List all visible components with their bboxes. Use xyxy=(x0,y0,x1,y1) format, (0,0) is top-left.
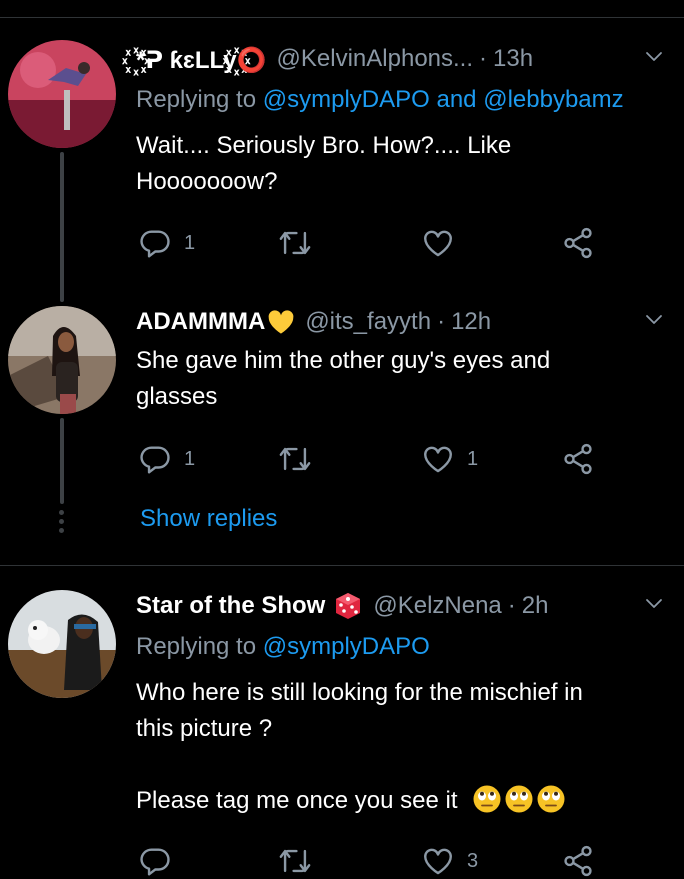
retweet-button[interactable] xyxy=(278,441,312,477)
display-name[interactable]: ADAMMMA xyxy=(136,308,265,336)
show-replies-link[interactable]: Show replies xyxy=(140,505,277,533)
heart-icon xyxy=(421,844,455,878)
tweet-header: ꙰*ᕈ ƙɛLLy꙰⭕ @KelvinAlphons... · 13h xyxy=(136,42,674,76)
tweet-text: Who here is still looking for the mischi… xyxy=(136,679,583,814)
share-button[interactable] xyxy=(561,225,595,261)
game-die-icon xyxy=(336,593,361,619)
tweet-actions: 1 xyxy=(136,225,606,261)
retweet-button[interactable] xyxy=(278,225,312,261)
share-icon xyxy=(561,226,595,260)
username[interactable]: @KelvinAlphons... xyxy=(277,45,473,73)
tweet-header: Star of the Show @KelzNena · 2h xyxy=(136,589,674,623)
heart-icon xyxy=(421,226,455,260)
share-icon xyxy=(561,844,595,878)
tweet-text: She gave him the other guy's eyes and gl… xyxy=(136,347,551,410)
face-with-rolling-eyes-icon xyxy=(536,784,566,814)
share-button[interactable] xyxy=(561,843,595,879)
face-with-rolling-eyes-icon xyxy=(504,784,534,814)
like-button[interactable]: 3 xyxy=(421,843,478,879)
mention-link[interactable]: @symplyDAPO xyxy=(263,633,430,660)
share-icon xyxy=(561,442,595,476)
like-count: 3 xyxy=(467,849,479,872)
timestamp[interactable]: 13h xyxy=(493,45,533,73)
chevron-down-icon[interactable] xyxy=(642,307,666,331)
thread-dots xyxy=(59,510,65,533)
tweet-actions: 3 xyxy=(136,843,606,879)
tweet-text: Wait.... Seriously Bro. How?.... Like Ho… xyxy=(136,132,512,195)
replying-to: Replying to @symplyDAPO xyxy=(136,633,430,660)
thread-line xyxy=(60,418,64,504)
like-button[interactable] xyxy=(421,225,455,261)
username[interactable]: @its_fayyth xyxy=(305,308,431,336)
like-count: 1 xyxy=(467,447,479,470)
yellow-heart-icon xyxy=(268,310,294,334)
reply-button[interactable]: 1 xyxy=(138,441,195,477)
reply-icon xyxy=(138,442,172,476)
chevron-down-icon[interactable] xyxy=(642,591,666,615)
chevron-down-icon[interactable] xyxy=(642,44,666,68)
username[interactable]: @KelzNena xyxy=(373,592,501,620)
mention-link[interactable]: @symplyDAPO xyxy=(263,86,430,113)
section-divider xyxy=(0,565,684,566)
timestamp[interactable]: 12h xyxy=(451,308,491,336)
replying-and: and xyxy=(436,86,477,113)
replying-to: Replying to @symplyDAPO and @lebbybamz xyxy=(136,86,624,113)
mention-link[interactable]: @lebbybamz xyxy=(483,86,623,113)
avatar[interactable] xyxy=(8,306,116,414)
reply-count: 1 xyxy=(184,231,196,254)
reply-button[interactable]: 1 xyxy=(138,225,195,261)
thread-line xyxy=(60,152,64,302)
reply-count: 1 xyxy=(184,447,196,470)
tweet-header: ADAMMMA @its_fayyth · 12h xyxy=(136,305,674,339)
retweet-button[interactable] xyxy=(278,843,312,879)
share-button[interactable] xyxy=(561,441,595,477)
like-button[interactable]: 1 xyxy=(421,441,478,477)
retweet-icon xyxy=(278,442,312,476)
timestamp[interactable]: 2h xyxy=(522,592,549,620)
tweet-actions: 1 1 xyxy=(136,441,606,477)
reply-button[interactable] xyxy=(138,843,172,879)
face-with-rolling-eyes-icon xyxy=(472,784,502,814)
avatar[interactable] xyxy=(8,40,116,148)
top-divider xyxy=(0,17,684,18)
reply-icon xyxy=(138,226,172,260)
display-name[interactable]: Star of the Show xyxy=(136,592,325,620)
display-name[interactable]: ꙰*ᕈ ƙɛLLy꙰⭕ xyxy=(136,43,267,76)
avatar[interactable] xyxy=(8,590,116,698)
retweet-icon xyxy=(278,844,312,878)
reply-icon xyxy=(138,844,172,878)
retweet-icon xyxy=(278,226,312,260)
heart-icon xyxy=(421,442,455,476)
